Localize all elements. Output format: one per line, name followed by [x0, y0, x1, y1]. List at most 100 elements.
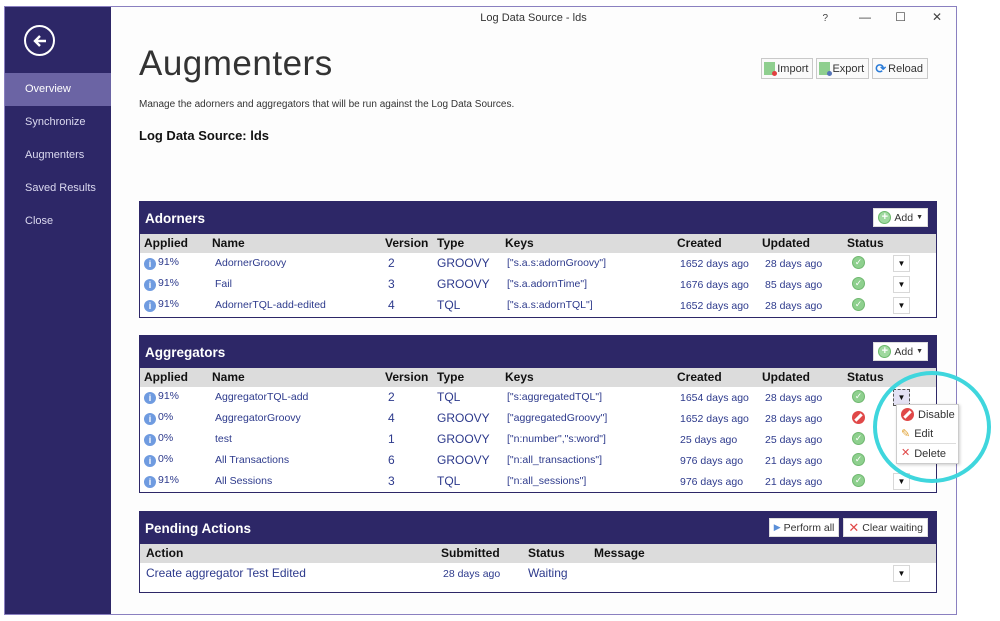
name-cell[interactable]: test — [215, 433, 232, 445]
info-icon: i — [144, 476, 156, 488]
type-cell: GROOVY — [437, 411, 490, 425]
applied-percent: 0% — [158, 453, 174, 465]
import-button[interactable]: Import — [761, 58, 814, 79]
title-bar: Log Data Source - lds ? — ☐ ✕ — [111, 7, 956, 31]
col-version[interactable]: Version — [385, 236, 428, 250]
chevron-down-icon: ▼ — [897, 477, 906, 486]
table-row[interactable]: i 0% All Transactions 6 GROOVY ["n:all_tr… — [140, 450, 936, 471]
col-type[interactable]: Type — [437, 370, 464, 384]
export-icon — [819, 62, 833, 76]
created-cell: 1652 days ago — [680, 413, 749, 425]
col-name[interactable]: Name — [212, 236, 245, 250]
status-cell — [852, 411, 865, 427]
name-cell[interactable]: All Sessions — [215, 475, 272, 487]
pending-action: Create aggregator Test Edited — [146, 566, 306, 580]
adorners-title: Adorners — [145, 210, 206, 226]
type-cell: TQL — [437, 390, 461, 404]
table-row[interactable]: i 0% test 1 GROOVY ["n:number","s:word"] … — [140, 429, 936, 450]
pending-submitted: 28 days ago — [443, 568, 501, 580]
row-menu-button[interactable]: ▼ — [893, 297, 910, 314]
applied-percent: 91% — [158, 390, 180, 402]
version-cell: 2 — [388, 390, 395, 404]
col-applied[interactable]: Applied — [144, 370, 188, 384]
table-row[interactable]: i 91% All Sessions 3 TQL ["n:all_sessions… — [140, 471, 936, 492]
maximize-button[interactable]: ☐ — [895, 10, 906, 24]
menu-item-edit[interactable]: ✎ Edit — [897, 424, 958, 443]
col-action[interactable]: Action — [146, 546, 183, 560]
name-cell[interactable]: AggregatorTQL-add — [215, 391, 308, 403]
name-cell[interactable]: AggregatorGroovy — [215, 412, 301, 424]
reload-button[interactable]: ⟳ Reload — [872, 58, 928, 79]
sidebar-item-close[interactable]: Close — [5, 205, 111, 238]
status-cell: ✓ — [852, 432, 865, 445]
updated-cell: 21 days ago — [765, 455, 823, 467]
close-button[interactable]: ✕ — [932, 10, 942, 24]
applied-percent: 0% — [158, 411, 174, 423]
row-context-menu: Disable ✎ Edit ✕ Delete — [896, 404, 959, 464]
col-version[interactable]: Version — [385, 370, 428, 384]
table-row[interactable]: i 91% AdornerGroovy 2 GROOVY ["s.a.s:ador… — [140, 253, 936, 274]
sidebar-item-augmenters[interactable]: Augmenters — [5, 139, 111, 172]
type-cell: GROOVY — [437, 256, 490, 270]
menu-item-disable[interactable]: Disable — [897, 405, 958, 424]
col-message[interactable]: Message — [594, 546, 645, 560]
row-menu-button[interactable]: ▼ — [893, 565, 910, 582]
updated-cell: 25 days ago — [765, 434, 823, 446]
export-button[interactable]: Export — [816, 58, 870, 79]
sidebar-item-overview[interactable]: Overview — [5, 73, 111, 106]
name-cell[interactable]: AdornerGroovy — [215, 257, 286, 269]
table-row[interactable]: i 91% Fail 3 GROOVY ["s.a.adornTime"] 167… — [140, 274, 936, 295]
minimize-button[interactable]: — — [859, 10, 871, 24]
created-cell: 25 days ago — [680, 434, 738, 446]
col-status[interactable]: Status — [847, 370, 884, 384]
help-button[interactable]: ? — [822, 13, 828, 24]
name-cell[interactable]: AdornerTQL-add-edited — [215, 299, 326, 311]
col-updated[interactable]: Updated — [762, 236, 810, 250]
clear-waiting-button[interactable]: ✕ Clear waiting — [843, 518, 928, 537]
check-circle-icon: ✓ — [852, 256, 865, 269]
created-cell: 1676 days ago — [680, 279, 749, 291]
applied-percent: 91% — [158, 298, 180, 310]
pending-actions-panel: Pending Actions ▶ Perform all ✕ Clear wa… — [139, 511, 937, 593]
page-subtitle: Manage the adorners and aggregators that… — [139, 99, 515, 110]
version-cell: 6 — [388, 453, 395, 467]
type-cell: GROOVY — [437, 277, 490, 291]
col-keys[interactable]: Keys — [505, 236, 534, 250]
col-applied[interactable]: Applied — [144, 236, 188, 250]
row-menu-button[interactable]: ▼ — [893, 276, 910, 293]
table-row[interactable]: i 0% AggregatorGroovy 4 GROOVY ["aggregat… — [140, 408, 936, 429]
keys-cell: ["s:aggregatedTQL"] — [507, 391, 603, 403]
add-aggregator-button[interactable]: + Add ▼ — [873, 342, 928, 361]
col-name[interactable]: Name — [212, 370, 245, 384]
sidebar-item-synchronize[interactable]: Synchronize — [5, 106, 111, 139]
aggregators-header: Aggregators + Add ▼ — [140, 336, 936, 368]
menu-item-delete[interactable]: ✕ Delete — [897, 444, 958, 463]
adorners-column-header: Applied Name Version Type Keys Created U… — [140, 234, 936, 253]
sidebar-item-saved-results[interactable]: Saved Results — [5, 172, 111, 205]
page-title: Augmenters — [139, 44, 333, 83]
aggregators-column-header: Applied Name Version Type Keys Created U… — [140, 368, 936, 387]
col-type[interactable]: Type — [437, 236, 464, 250]
col-created[interactable]: Created — [677, 370, 722, 384]
plus-icon: + — [878, 345, 892, 358]
row-menu-button[interactable]: ▼ — [893, 255, 910, 272]
col-created[interactable]: Created — [677, 236, 722, 250]
table-row[interactable]: i 91% AdornerTQL-add-edited 4 TQL ["s.a.s… — [140, 295, 936, 316]
add-adorner-button[interactable]: + Add ▼ — [873, 208, 928, 227]
col-updated[interactable]: Updated — [762, 370, 810, 384]
row-menu-button[interactable]: ▼ — [893, 473, 910, 490]
col-status[interactable]: Status — [528, 546, 565, 560]
col-status[interactable]: Status — [847, 236, 884, 250]
name-cell[interactable]: All Transactions — [215, 454, 289, 466]
col-keys[interactable]: Keys — [505, 370, 534, 384]
created-cell: 1652 days ago — [680, 300, 749, 312]
check-circle-icon: ✓ — [852, 277, 865, 290]
perform-all-button[interactable]: ▶ Perform all — [768, 518, 840, 537]
back-button[interactable] — [24, 25, 55, 56]
table-row[interactable]: i 91% AggregatorTQL-add 2 TQL ["s:aggrega… — [140, 387, 936, 408]
col-submitted[interactable]: Submitted — [441, 546, 500, 560]
window-title: Log Data Source - lds — [480, 12, 587, 24]
check-circle-icon: ✓ — [852, 474, 865, 487]
chevron-down-icon: ▼ — [897, 569, 906, 578]
name-cell[interactable]: Fail — [215, 278, 232, 290]
